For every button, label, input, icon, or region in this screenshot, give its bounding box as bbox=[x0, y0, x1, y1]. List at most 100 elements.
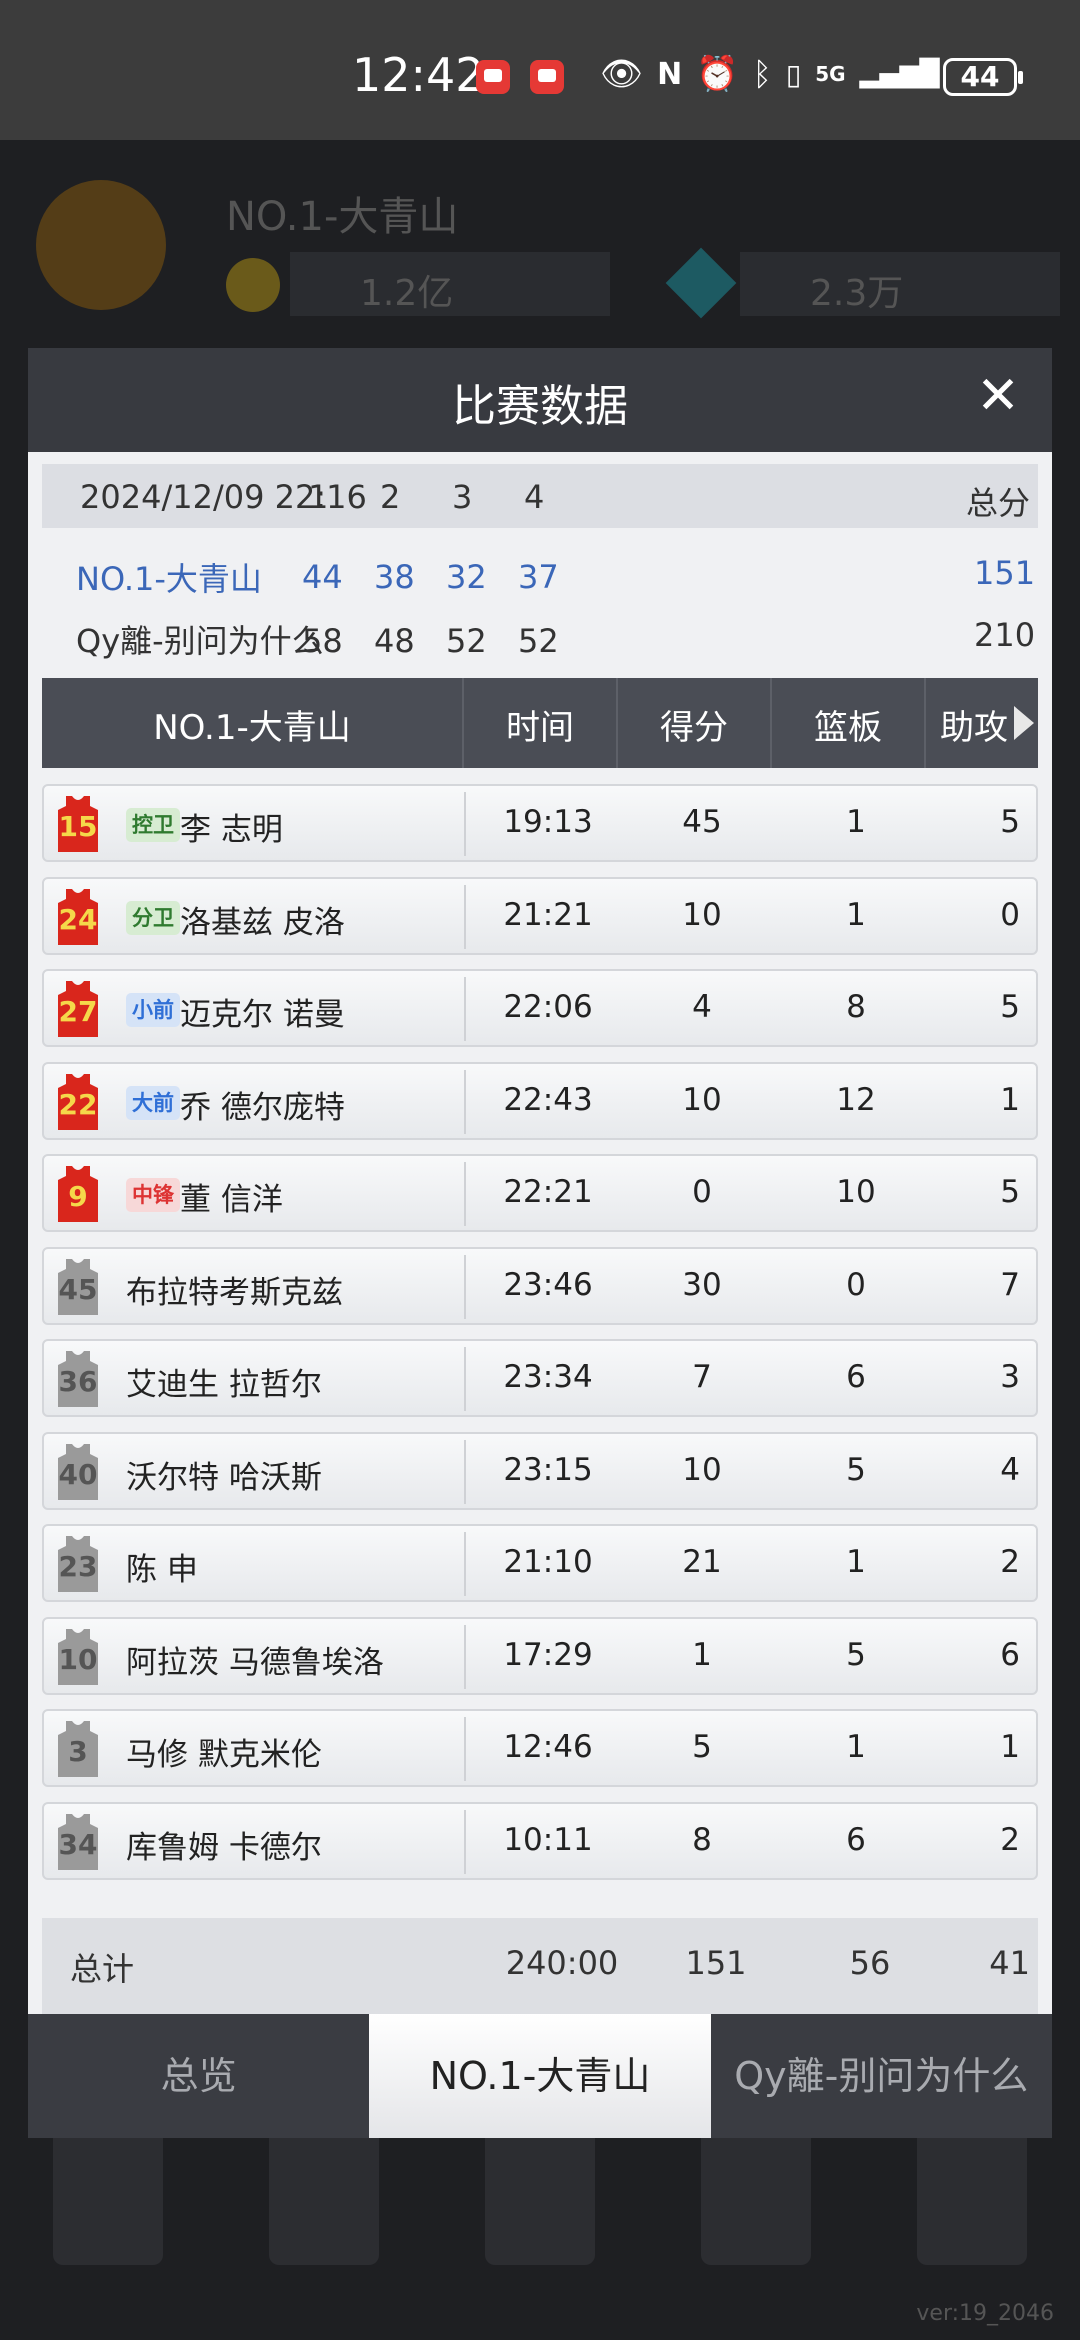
quarter-label: 1 bbox=[308, 478, 329, 516]
player-time: 12:46 bbox=[503, 1729, 593, 1765]
row-divider bbox=[464, 1254, 466, 1319]
table-row[interactable]: 22 大前乔 德尔庞特 22:43 10 12 1 bbox=[42, 1061, 1038, 1140]
player-name: 陈 申 bbox=[126, 1552, 198, 1588]
player-name: 阿拉茨 马德鲁埃洛 bbox=[126, 1644, 384, 1681]
status-bar: 12:42 👁 N ⏰ ᛒ ▯ 5G ▂▄▆█ 44 bbox=[0, 0, 1080, 140]
player-time: 23:34 bbox=[503, 1359, 593, 1395]
table-row[interactable]: 10 阿拉茨 马德鲁埃洛 17:29 1 5 6 bbox=[42, 1616, 1038, 1695]
player-points: 0 bbox=[692, 1174, 712, 1210]
player-points: 30 bbox=[682, 1266, 722, 1303]
row-divider bbox=[464, 1162, 466, 1226]
signal-icon: ▂▄▆█ bbox=[859, 59, 940, 89]
player-name: 布拉特考斯克兹 bbox=[126, 1274, 343, 1311]
tab-home-team[interactable]: NO.1-大青山 bbox=[369, 2014, 711, 2138]
table-row[interactable]: 3 马修 默克米伦 12:46 5 1 1 bbox=[42, 1709, 1038, 1787]
player-time: 21:21 bbox=[503, 896, 593, 933]
bg-resource2: 2.3万 bbox=[740, 252, 1060, 316]
position-badge: 大前 bbox=[126, 1085, 180, 1120]
jersey-icon: 15 bbox=[58, 796, 98, 852]
scroll-right-icon[interactable] bbox=[1014, 706, 1034, 740]
player-rebounds: 5 bbox=[846, 1636, 866, 1673]
player-assists: 5 bbox=[1000, 1174, 1020, 1210]
totals-rebounds: 56 bbox=[849, 1944, 891, 1982]
modal-title: 比赛数据 bbox=[452, 381, 628, 432]
player-assists: 6 bbox=[1000, 1636, 1020, 1673]
bg-team-name: NO.1-大青山 bbox=[226, 194, 459, 240]
table-row[interactable]: 27 小前 迈克尔 诺曼 22:06 4 8 5 bbox=[42, 969, 1038, 1047]
away-q3: 52 bbox=[446, 622, 487, 660]
player-points: 8 bbox=[692, 1821, 712, 1858]
table-row[interactable]: 24 分卫 洛基兹 皮洛 21:21 10 1 0 bbox=[42, 876, 1038, 955]
tab-away-team[interactable]: Qy離-别问为什么 bbox=[710, 2014, 1052, 2138]
table-row[interactable]: 15 控卫李 志明 19:13 45 1 5 bbox=[42, 784, 1038, 862]
player-points: 10 bbox=[682, 1451, 722, 1488]
player-time: 10:11 bbox=[503, 1821, 593, 1858]
jersey-number: 22 bbox=[58, 1087, 98, 1121]
row-divider bbox=[464, 792, 466, 856]
table-row[interactable]: 45 布拉特考斯克兹 23:46 30 0 7 bbox=[42, 1246, 1038, 1325]
player-assists: 4 bbox=[1000, 1451, 1020, 1488]
player-assists: 3 bbox=[1000, 1359, 1020, 1395]
player-points: 10 bbox=[682, 1081, 722, 1118]
player-assists: 7 bbox=[1000, 1266, 1020, 1303]
player-time: 23:46 bbox=[503, 1266, 593, 1303]
player-name: 艾迪生 拉哲尔 bbox=[126, 1367, 322, 1403]
quarter-label: 4 bbox=[524, 478, 545, 516]
player-points: 1 bbox=[692, 1636, 712, 1673]
player-name: 洛基兹 皮洛 bbox=[180, 904, 345, 941]
row-divider bbox=[464, 1069, 466, 1134]
table-row[interactable]: 40 沃尔特 哈沃斯 23:15 10 5 4 bbox=[42, 1431, 1038, 1510]
version-label: ver:19_2046 bbox=[916, 2301, 1054, 2326]
row-divider bbox=[464, 1809, 466, 1874]
tab-overview[interactable]: 总览 bbox=[28, 2014, 370, 2138]
bg-bottom-nav bbox=[0, 2115, 1080, 2295]
home-q3: 32 bbox=[446, 558, 487, 596]
jersey-icon: 3 bbox=[58, 1721, 98, 1777]
player-assists: 5 bbox=[1000, 989, 1020, 1025]
totals-time: 240:00 bbox=[505, 1944, 619, 1982]
status-icons: 👁 N ⏰ ᛒ ▯ 5G ▂▄▆█ bbox=[600, 54, 940, 94]
player-name: 李 志明 bbox=[180, 812, 283, 848]
jersey-icon: 9 bbox=[58, 1166, 98, 1222]
jersey-icon: 23 bbox=[58, 1536, 98, 1592]
jersey-number: 34 bbox=[58, 1827, 98, 1861]
player-name: 马修 默克米伦 bbox=[126, 1737, 322, 1773]
table-row[interactable]: 9 中锋董 信洋 22:21 0 10 5 bbox=[42, 1154, 1038, 1232]
player-name: 乔 德尔庞特 bbox=[180, 1089, 345, 1126]
row-divider bbox=[464, 977, 466, 1041]
jersey-icon: 10 bbox=[58, 1628, 98, 1685]
player-rebounds: 1 bbox=[846, 1544, 866, 1580]
score-header: 2024/12/09 22:16 1 2 3 4 总分 bbox=[42, 464, 1038, 528]
team-logo bbox=[36, 180, 166, 310]
player-assists: 5 bbox=[1000, 804, 1020, 840]
player-rebounds: 6 bbox=[846, 1359, 866, 1395]
jersey-number: 3 bbox=[68, 1735, 88, 1768]
away-q2: 48 bbox=[374, 622, 415, 660]
alarm-icon: ⏰ bbox=[696, 54, 739, 94]
table-row[interactable]: 23 陈 申 21:10 21 1 2 bbox=[42, 1524, 1038, 1602]
close-icon[interactable]: ✕ bbox=[968, 366, 1028, 426]
player-assists: 2 bbox=[1000, 1821, 1020, 1858]
stats-table-header[interactable]: NO.1-大青山 时间 得分 篮板 助攻 bbox=[42, 678, 1038, 768]
jersey-number: 45 bbox=[58, 1272, 98, 1306]
player-points: 5 bbox=[692, 1729, 712, 1765]
totals-label: 总计 bbox=[70, 1950, 135, 1988]
player-rebounds: 12 bbox=[836, 1081, 876, 1118]
player-time: 22:21 bbox=[503, 1174, 593, 1210]
player-time: 22:06 bbox=[503, 989, 593, 1025]
player-rebounds: 8 bbox=[846, 989, 866, 1025]
table-row[interactable]: 34 库鲁姆 卡德尔 10:11 8 6 2 bbox=[42, 1801, 1038, 1880]
quarter-label: 3 bbox=[452, 478, 473, 516]
jersey-icon: 40 bbox=[58, 1443, 98, 1500]
home-q2: 38 bbox=[374, 558, 415, 596]
bg-resource1: 1.2亿 bbox=[290, 252, 610, 316]
player-name: 迈克尔 诺曼 bbox=[180, 997, 345, 1033]
row-divider bbox=[464, 884, 466, 949]
table-row[interactable]: 36 艾迪生 拉哲尔 23:34 7 6 3 bbox=[42, 1339, 1038, 1417]
away-score-row: Qy離-别问为什么 58 48 52 52 210 bbox=[42, 610, 1038, 670]
player-name: 董 信洋 bbox=[180, 1182, 283, 1218]
player-rebounds: 6 bbox=[846, 1821, 866, 1858]
player-rebounds: 10 bbox=[836, 1174, 876, 1210]
player-points: 21 bbox=[682, 1544, 722, 1580]
battery-icon: 44 bbox=[943, 58, 1023, 96]
